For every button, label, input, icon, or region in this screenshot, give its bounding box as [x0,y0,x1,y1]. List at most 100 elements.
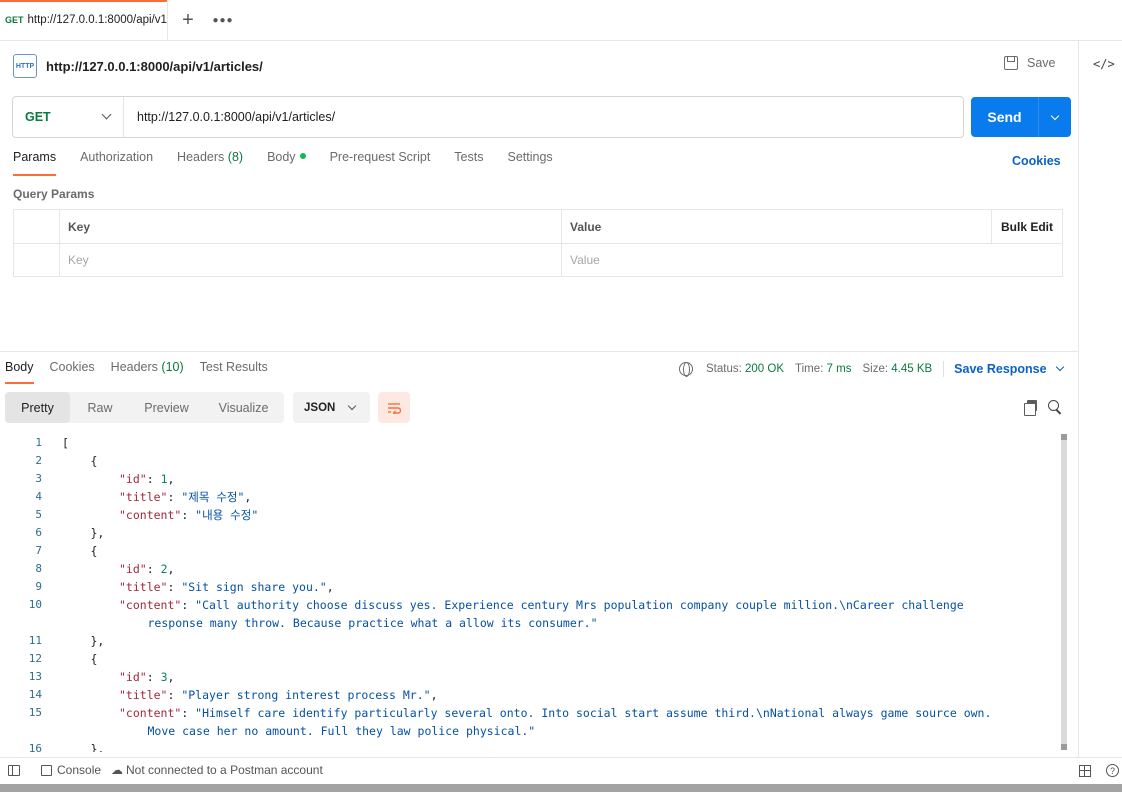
globe-icon[interactable] [679,362,693,377]
window-bottom-edge [0,784,1122,792]
toggle-sidebar-icon[interactable] [8,765,20,776]
chevron-down-icon [1050,111,1060,120]
meta-separator [943,361,945,377]
tab-response-cookies[interactable]: Cookies [50,360,95,384]
code-token: "id" [119,670,147,684]
code-token: : [146,472,161,486]
format-select[interactable]: JSON [293,392,370,423]
send-button-group: Send [971,97,1071,137]
tab-response-headers[interactable]: Headers (10) [111,360,184,384]
status-info[interactable]: Status: 200 OK [706,363,784,375]
code-token: "title" [119,580,168,594]
code-text: "id": 3, [119,668,174,686]
new-tab-button[interactable]: + [168,0,208,41]
code-text: { [91,452,98,470]
save-button[interactable]: Save [1004,56,1056,70]
code-text: response many throw. Because practice wh… [148,614,598,632]
code-text: "title": "Sit sign share you.", [119,578,334,596]
tab-authorization[interactable]: Authorization [80,150,153,176]
view-mode-pretty[interactable]: Pretty [5,392,70,423]
code-text: "content": "내용 수정" [119,506,258,524]
tab-headers[interactable]: Headers (8) [177,150,243,176]
value-input[interactable]: Value [562,244,1062,276]
tab-pre-request-script[interactable]: Pre-request Script [330,150,431,176]
method-select[interactable]: GET [13,97,124,137]
request-tab[interactable]: GET http://127.0.0.1:8000/api/v1/article… [0,0,168,41]
tab-label: http://127.0.0.1:8000/api/v1/articles/ [27,14,167,26]
code-line: 11}, [0,632,1058,650]
response-body-viewer[interactable]: 1[2{3 "id": 1, 4 "title": "제목 수정", 5 "content… [0,434,1058,752]
line-number: 2 [35,454,42,467]
code-text: [ [62,434,69,452]
url-input[interactable] [124,97,963,137]
request-header: HTTP http://127.0.0.1:8000/api/v1/articl… [13,52,263,80]
search-icon[interactable] [1048,400,1062,414]
send-button[interactable]: Send [971,97,1039,137]
line-number: 8 [35,562,42,575]
line-number: 6 [35,526,42,539]
view-mode-preview[interactable]: Preview [130,392,203,423]
scrollbar-down-arrow[interactable] [1061,744,1067,750]
response-divider[interactable] [0,351,1078,352]
code-token: }, [90,526,105,540]
method-label: GET [25,110,51,124]
console-icon [41,764,52,776]
code-token: : [167,490,182,504]
code-token: "content" [119,598,182,612]
code-token: , [167,472,175,486]
size-info[interactable]: Size: 4.45 KB [862,363,932,375]
code-text: "content": "Himself care identify partic… [119,704,991,722]
response-meta: Status: 200 OK Time: 7 ms Size: 4.45 KB … [679,360,1064,378]
wrap-lines-button[interactable] [378,392,410,423]
view-mode-visualize[interactable]: Visualize [203,392,284,423]
code-token: : [181,706,196,720]
key-input[interactable]: Key [60,244,562,276]
code-line: 10 "content": "Call authority choose disc… [0,596,1058,614]
format-label: JSON [304,401,336,414]
value-column-header: Value [570,219,602,234]
scrollbar-thumb[interactable] [1061,434,1067,750]
table-row: Key Value [14,243,1062,276]
tab-settings[interactable]: Settings [507,150,552,176]
scrollbar-up-arrow[interactable] [1061,434,1067,440]
bulk-edit-button[interactable]: Bulk Edit [991,210,1062,243]
code-token: : [167,580,182,594]
chevron-down-icon [347,401,357,411]
cookies-link[interactable]: Cookies [1012,154,1061,168]
send-options-dropdown[interactable] [1039,97,1071,137]
tab-bar: GET http://127.0.0.1:8000/api/v1/article… [0,0,1122,41]
line-number: 1 [35,436,42,449]
line-number: 16 [28,742,42,752]
view-mode-raw[interactable]: Raw [70,392,130,423]
copy-icon[interactable] [1024,400,1038,416]
code-text: "title": "제목 수정", [119,488,251,506]
account-status[interactable]: ☁ Not connected to a Postman account [111,763,323,777]
help-icon[interactable]: ? [1106,764,1119,777]
time-info[interactable]: Time: 7 ms [795,363,851,375]
tab-tests[interactable]: Tests [454,150,483,176]
code-token: : [146,562,161,576]
code-token: "id" [119,472,147,486]
request-title[interactable]: http://127.0.0.1:8000/api/v1/articles/ [46,59,263,74]
code-text: "title": "Player strong interest process… [119,686,438,704]
code-token: { [90,652,98,666]
code-line: response many throw. Because practice wh… [0,614,1058,632]
cloud-off-icon: ☁ [111,763,123,777]
code-token: , [326,580,334,594]
tab-test-results[interactable]: Test Results [200,360,268,384]
code-token: "content" [119,508,182,522]
code-text: "id": 2, [119,560,174,578]
line-number: 3 [35,472,42,485]
code-line: 3 "id": 1, [0,470,1058,488]
save-response-button[interactable]: Save Response [954,362,1064,376]
more-tabs-icon[interactable]: ●●● [208,0,238,41]
tab-params[interactable]: Params [13,150,57,176]
console-button[interactable]: Console [41,763,101,777]
code-token: response many throw. Because practice wh… [147,616,598,630]
tab-body[interactable]: Body [267,150,306,176]
line-number: 10 [28,598,42,611]
code-snippet-icon[interactable]: </> [1093,57,1115,71]
code-text: "id": 1, [119,470,174,488]
two-pane-view-icon[interactable] [1079,765,1091,777]
tab-response-body[interactable]: Body [5,360,34,384]
